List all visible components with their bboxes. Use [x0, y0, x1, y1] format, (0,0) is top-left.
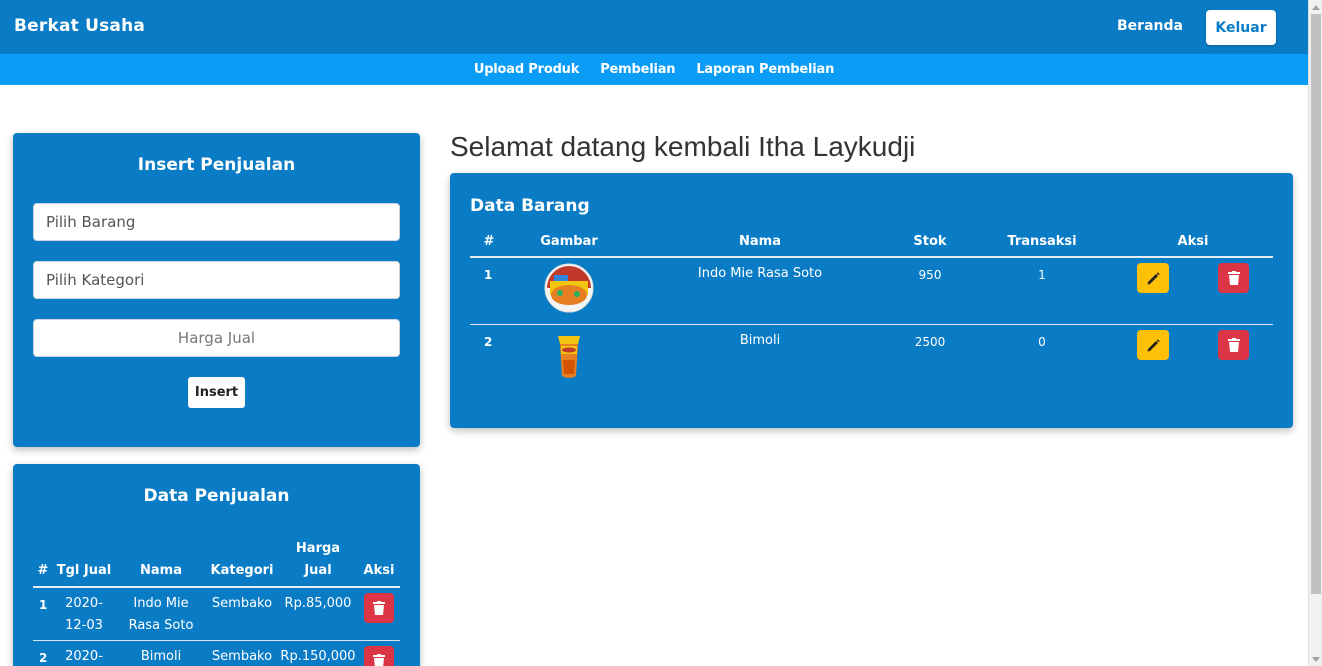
col-kategori: Kategori [210, 563, 274, 578]
logout-button[interactable]: Keluar [1206, 10, 1276, 45]
row-number: 2 [39, 651, 48, 665]
barang-table: # Gambar Nama Stok Transaksi Aksi 1 Indo… [470, 231, 1273, 392]
row-stok: 2500 [914, 335, 946, 349]
col-transaksi: Transaksi [1007, 234, 1077, 249]
row-number: 1 [484, 268, 493, 282]
pencil-icon [1147, 271, 1160, 284]
col-nama: Nama [739, 234, 781, 249]
row-nama: Indo Mie Rasa Soto [697, 266, 823, 281]
scrollbar-thumb[interactable] [1311, 14, 1321, 594]
col-no: # [37, 563, 49, 578]
page: Berkat Usaha Beranda Keluar Upload Produ… [0, 0, 1308, 666]
delete-penjualan-button[interactable] [364, 646, 394, 666]
col-tgl-jual: Tgl Jual [56, 563, 112, 578]
data-barang-title: Data Barang [470, 196, 590, 216]
top-navbar: Berkat Usaha Beranda Keluar [0, 0, 1308, 54]
row-nama: Bimoli [140, 649, 182, 664]
col-aksi: Aksi [363, 563, 395, 578]
row-transaksi: 0 [1038, 335, 1046, 349]
row-harga: Rp.150,000 [280, 649, 356, 664]
nav-laporan-pembelian[interactable]: Laporan Pembelian [696, 62, 834, 77]
welcome-heading: Selamat datang kembali Itha Laykudji [450, 131, 916, 162]
delete-barang-button[interactable] [1218, 330, 1249, 360]
edit-barang-button[interactable] [1137, 330, 1169, 360]
row-kategori: Sembako [211, 596, 273, 611]
row-tgl: 2020- [65, 649, 103, 664]
indomie-product-image [544, 263, 594, 313]
trash-icon [373, 654, 385, 666]
col-harga-jual: Harga Jual [295, 541, 341, 578]
col-stok: Stok [913, 234, 947, 249]
barang-table-header: # Gambar Nama Stok Transaksi Aksi [470, 231, 1273, 258]
data-penjualan-card: Data Penjualan # Tgl Jual Nama Kategori … [13, 464, 420, 666]
row-nama: Bimoli [739, 333, 781, 348]
nav-pembelian[interactable]: Pembelian [600, 62, 675, 77]
row-transaksi: 1 [1038, 268, 1046, 282]
scroll-down-arrow-icon[interactable] [1309, 652, 1322, 666]
insert-button[interactable]: Insert [188, 377, 245, 408]
table-row: 1 2020-12-03 Indo Mie Rasa Soto Sembako … [33, 588, 400, 641]
sub-navbar: Upload Produk Pembelian Laporan Pembelia… [0, 54, 1308, 85]
delete-barang-button[interactable] [1218, 263, 1249, 293]
vertical-scrollbar[interactable] [1308, 0, 1322, 666]
table-row: 2 Bimoli 2500 0 [470, 325, 1273, 392]
harga-jual-input[interactable]: Harga Jual [33, 319, 400, 357]
row-tgl: 2020-12-03 [65, 596, 103, 633]
row-harga: Rp.85,000 [284, 596, 352, 611]
col-aksi: Aksi [1177, 234, 1209, 249]
col-gambar: Gambar [540, 234, 598, 249]
table-row: 2 2020- Bimoli Sembako Rp.150,000 [33, 641, 400, 666]
row-nama: Indo Mie Rasa Soto [128, 596, 194, 633]
col-no: # [483, 234, 495, 249]
insert-penjualan-title: Insert Penjualan [137, 155, 296, 175]
col-nama: Nama [140, 563, 182, 578]
trash-icon [1227, 271, 1240, 285]
penjualan-table: # Tgl Jual Nama Kategori Harga Jual Aksi… [33, 534, 400, 666]
insert-penjualan-card: Insert Penjualan Pilih Barang Pilih Kate… [13, 133, 420, 447]
row-kategori: Sembako [211, 649, 273, 664]
edit-barang-button[interactable] [1137, 263, 1169, 293]
penjualan-table-header: # Tgl Jual Nama Kategori Harga Jual Aksi [33, 534, 400, 588]
scroll-up-arrow-icon[interactable] [1309, 0, 1322, 14]
nav-upload-produk[interactable]: Upload Produk [474, 62, 580, 77]
row-stok: 950 [918, 268, 942, 282]
data-penjualan-title: Data Penjualan [143, 486, 290, 506]
nav-beranda-link[interactable]: Beranda [1117, 18, 1183, 34]
pencil-icon [1147, 338, 1160, 351]
data-barang-card: Data Barang # Gambar Nama Stok Transaksi… [450, 173, 1293, 428]
table-row: 1 Indo Mie Rasa Soto 950 1 [470, 258, 1273, 325]
pilih-kategori-select[interactable]: Pilih Kategori [33, 261, 400, 299]
bimoli-product-image [558, 336, 580, 378]
row-number: 1 [39, 598, 48, 612]
pilih-barang-select[interactable]: Pilih Barang [33, 203, 400, 241]
brand-logo[interactable]: Berkat Usaha [14, 16, 145, 36]
trash-icon [1227, 338, 1240, 352]
delete-penjualan-button[interactable] [364, 593, 394, 623]
row-number: 2 [484, 335, 493, 349]
trash-icon [373, 601, 385, 615]
